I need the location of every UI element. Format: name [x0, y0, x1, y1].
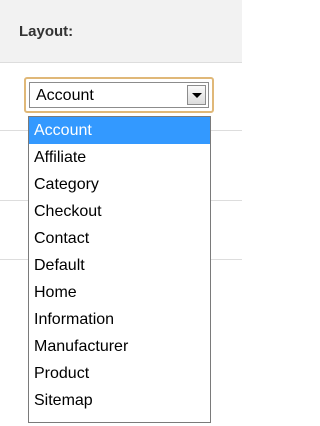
option-sitemap[interactable]: Sitemap: [29, 387, 210, 414]
option-information[interactable]: Information: [29, 306, 210, 333]
layout-header: Layout:: [0, 0, 242, 63]
option-checkout[interactable]: Checkout: [29, 198, 210, 225]
chevron-down-icon[interactable]: [187, 85, 206, 105]
option-product[interactable]: Product: [29, 360, 210, 387]
layout-select[interactable]: Account: [24, 77, 214, 113]
option-home[interactable]: Home: [29, 279, 210, 306]
option-account[interactable]: Account: [29, 117, 210, 144]
layout-select-value: Account: [36, 87, 94, 104]
option-manufacturer[interactable]: Manufacturer: [29, 333, 210, 360]
option-category[interactable]: Category: [29, 171, 210, 198]
option-default[interactable]: Default: [29, 252, 210, 279]
layout-options-list[interactable]: Account Affiliate Category Checkout Contact D…: [28, 116, 211, 423]
layout-select-field[interactable]: Account: [29, 82, 209, 108]
option-affiliate[interactable]: Affiliate: [29, 144, 210, 171]
layout-label: Layout:: [19, 23, 74, 40]
option-contact[interactable]: Contact: [29, 225, 210, 252]
